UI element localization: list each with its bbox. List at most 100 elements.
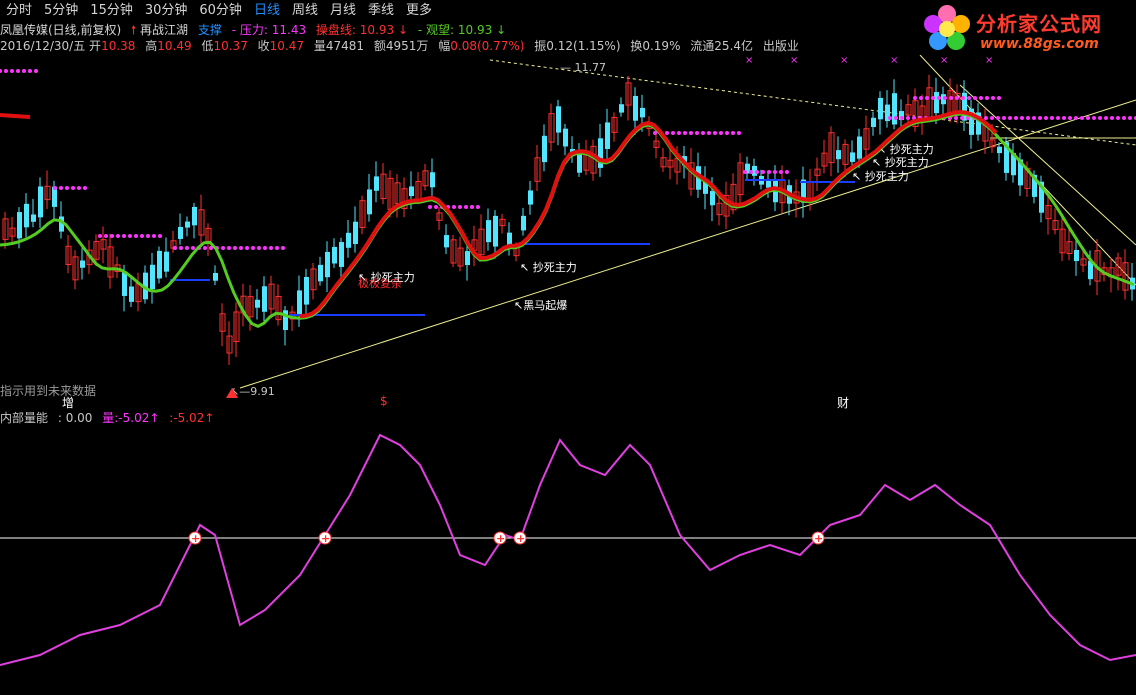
trade-label: 操盘线: (315, 23, 356, 37)
candlestick-chart[interactable]: × × × × × × — 11.77 ↖—9.91 极极复杂 ↖ 抄死主力 ↖ 抄死主力… (0, 55, 1136, 410)
resistance-dot (251, 246, 255, 250)
resistance-dot (749, 170, 753, 174)
candle-body-down (619, 104, 624, 113)
marker-increase[interactable]: 增 (62, 394, 74, 411)
tab-period[interactable]: 更多 (400, 0, 438, 22)
candle-body-down (17, 212, 22, 239)
trade-moving-average-line (0, 113, 31, 119)
energy-indicator-chart[interactable]: + + + + + (0, 425, 1136, 695)
candle-body-down (304, 276, 309, 305)
candle-body-down (521, 215, 526, 231)
resistance-dot (98, 234, 102, 238)
breakout-label: ↖黑马起爆 (514, 298, 567, 312)
resistance-dot (925, 96, 929, 100)
resistance-dot (707, 131, 711, 135)
resistance-dot (1056, 116, 1060, 120)
candle-body-down (507, 232, 512, 246)
energy-line (0, 433, 1136, 666)
tab-period[interactable]: 月线 (324, 0, 362, 22)
logo-name: 分析家公式网 (976, 12, 1102, 36)
resistance-dot (743, 170, 747, 174)
resistance-dot (28, 69, 32, 73)
resistance-dot (1008, 116, 1012, 120)
tab-period[interactable]: 5分钟 (38, 0, 84, 22)
resistance-dot (1116, 116, 1120, 120)
tab-period[interactable]: 30分钟 (139, 0, 194, 22)
resistance-dot (913, 96, 917, 100)
resistance-dot (464, 205, 468, 209)
resistance-dot (888, 116, 892, 120)
stock-header: 凤凰传媒(日线,前复权) 🠕 再战江湖 支撑 - 压力: 11.43 操盘线: … (0, 23, 507, 37)
candle-body-down (178, 226, 183, 239)
resistance-dot (428, 205, 432, 209)
arrow-down-icon: ↓ (397, 23, 409, 37)
pressure-label: 压力: (239, 23, 268, 37)
resistance-dot (4, 69, 8, 73)
tab-period[interactable]: 15分钟 (84, 0, 139, 22)
tab-period[interactable]: 周线 (286, 0, 324, 22)
resistance-dot (671, 131, 675, 135)
resistance-dot (713, 131, 717, 135)
top-x-markers: × × × × × × (745, 55, 993, 66)
resistance-dot (665, 131, 669, 135)
quote-close: 10.47 (269, 39, 305, 53)
resistance-dot (779, 170, 783, 174)
candle-body-down (185, 221, 190, 228)
quote-high: 10.49 (157, 39, 192, 53)
tab-period[interactable]: 60分钟 (193, 0, 248, 22)
tab-period[interactable]: 日线 (248, 0, 286, 22)
candle-body-down (465, 251, 470, 266)
resistance-dot (452, 205, 456, 209)
event-markers: 增 $ 财 (0, 394, 1136, 410)
resistance-dot (943, 96, 947, 100)
quote-turnover: 换0.19% (630, 39, 681, 53)
resistance-dot (275, 246, 279, 250)
buy-signal-label: ↖ 抄死主力 (358, 270, 415, 284)
candle-body-down (374, 176, 379, 191)
x-marker: × (745, 55, 753, 66)
resistance-dot (960, 116, 964, 120)
buy-signal-label: ↖ 抄死主力 (520, 260, 577, 274)
candle-body-down (563, 128, 568, 147)
candle-body-down (367, 189, 372, 215)
sub-indicator-value: : 0.00 (57, 411, 93, 425)
sub-indicator-header: 内部量能 : 0.00 量:-5.02↑ :-5.02↑ (0, 410, 214, 426)
cross-signal-icon: + (814, 532, 823, 545)
resistance-dot (906, 116, 910, 120)
candle-body-down (297, 290, 302, 316)
tab-period[interactable]: 分时 (0, 0, 38, 22)
tab-period[interactable]: 季线 (362, 0, 400, 22)
pressure-value: 11.43 (271, 23, 307, 37)
resistance-dot (695, 131, 699, 135)
candle-body-down (857, 136, 862, 159)
candle-body-down (836, 150, 841, 160)
candle-body-down (129, 286, 134, 302)
cross-signal-icon: + (321, 532, 330, 545)
resistance-dot (1104, 116, 1108, 120)
candle-body-down (871, 117, 876, 127)
candle-body-down (157, 250, 162, 279)
resistance-dot (227, 246, 231, 250)
resistance-dot (1074, 116, 1078, 120)
marker-dividend[interactable]: $ (380, 394, 388, 408)
site-logo: 分析家公式网 www.88gs.com (920, 2, 1130, 56)
quote-amount: 额4951万 (373, 39, 429, 53)
resistance-dot (1068, 116, 1072, 120)
quote-change: 0.08(0.77%) (450, 39, 525, 53)
resistance-dot (233, 246, 237, 250)
candle-body-down (878, 97, 883, 120)
resistance-dot (185, 246, 189, 250)
quote-volume: 量47481 (313, 39, 365, 53)
arrow-down-icon: ↓ (496, 23, 507, 37)
candle-body-down (346, 232, 351, 248)
marker-finance[interactable]: 财 (837, 394, 849, 411)
resistance-dot (104, 234, 108, 238)
resistance-dot (1128, 116, 1132, 120)
trendline-support (239, 99, 1136, 389)
resistance-dot (476, 205, 480, 209)
resistance-dot (239, 246, 243, 250)
resistance-dot (110, 234, 114, 238)
candle-body-down (528, 190, 533, 205)
resistance-dot (245, 246, 249, 250)
resistance-dot (979, 96, 983, 100)
